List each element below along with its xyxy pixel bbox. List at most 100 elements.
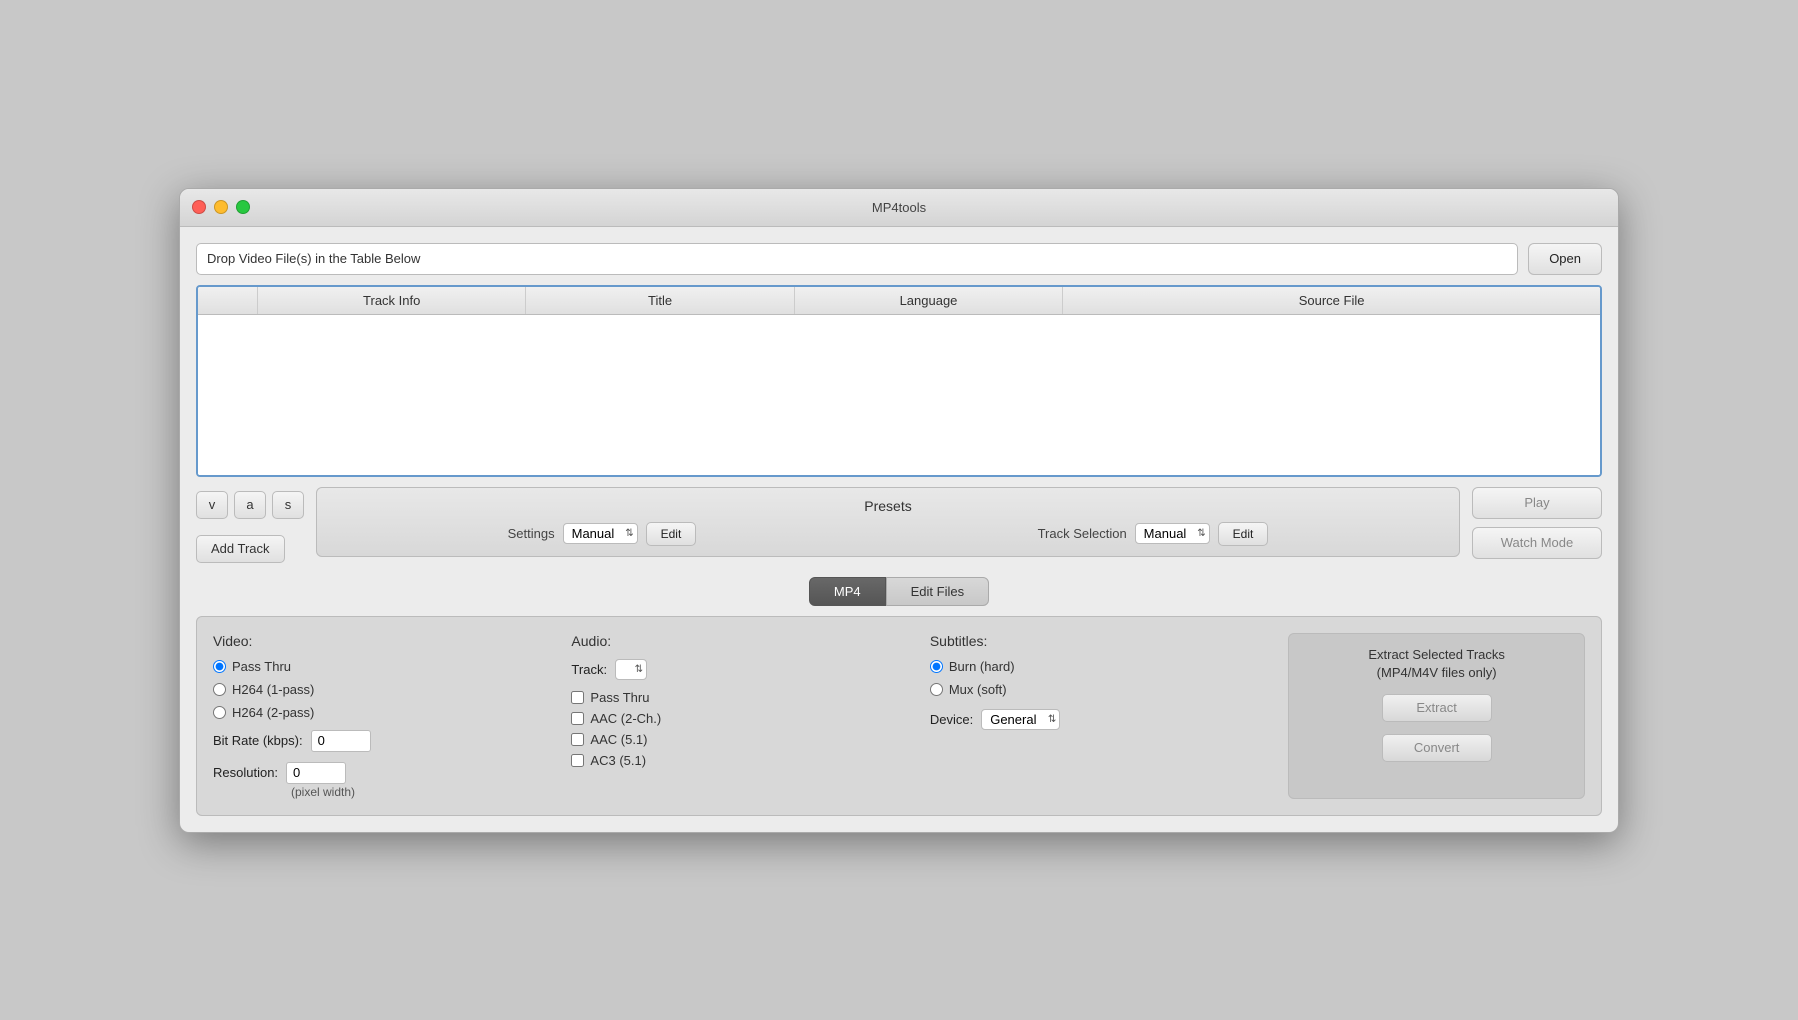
audio-aac-2ch-label: AAC (2-Ch.) [590, 711, 661, 726]
resolution-input[interactable] [286, 762, 346, 784]
track-selection-section: Track Selection Manual Edit [1038, 522, 1269, 546]
device-select-wrapper[interactable]: General [981, 709, 1060, 730]
audio-aac-51-label: AAC (5.1) [590, 732, 647, 747]
audio-pass-thru-option[interactable]: Pass Thru [571, 690, 909, 705]
track-selection-edit-button[interactable]: Edit [1218, 522, 1269, 546]
audio-pass-thru-checkbox[interactable] [571, 691, 584, 704]
left-controls: v a s Add Track [196, 487, 304, 563]
open-button[interactable]: Open [1528, 243, 1602, 275]
track-selection-select[interactable]: Manual [1135, 523, 1210, 544]
table-body [198, 315, 1600, 475]
minimize-button[interactable] [214, 200, 228, 214]
video-track-button[interactable]: v [196, 491, 228, 519]
table-header: Track Info Title Language Source File [198, 287, 1600, 315]
video-h264-2pass-label: H264 (2-pass) [232, 705, 314, 720]
maximize-button[interactable] [236, 200, 250, 214]
audio-track-button[interactable]: a [234, 491, 266, 519]
presets-title: Presets [337, 498, 1439, 514]
settings-label: Settings [508, 526, 555, 541]
resolution-label: Resolution: [213, 765, 278, 780]
extract-section: Extract Selected Tracks (MP4/M4V files o… [1288, 633, 1585, 799]
window-controls [192, 200, 250, 214]
drop-placeholder-text: Drop Video File(s) in the Table Below [207, 251, 420, 266]
subtitles-section-title: Subtitles: [930, 633, 1268, 649]
close-button[interactable] [192, 200, 206, 214]
window-title: MP4tools [872, 200, 926, 215]
video-section-title: Video: [213, 633, 551, 649]
pixel-note: (pixel width) [291, 785, 355, 799]
video-pass-thru-radio[interactable] [213, 660, 226, 673]
audio-track-select-wrapper[interactable] [615, 659, 647, 680]
audio-aac-51-checkbox[interactable] [571, 733, 584, 746]
pixel-note-row: (pixel width) [283, 784, 551, 799]
audio-pass-thru-label: Pass Thru [590, 690, 649, 705]
table-col-language: Language [795, 287, 1063, 314]
subtitles-burn-radio[interactable] [930, 660, 943, 673]
presets-inner: Settings Manual Edit Track Selection M [337, 522, 1439, 546]
audio-track-select[interactable] [615, 659, 647, 680]
audio-ac3-51-checkbox[interactable] [571, 754, 584, 767]
audio-ac3-51-option[interactable]: AC3 (5.1) [571, 753, 909, 768]
tab-mp4[interactable]: MP4 [809, 577, 886, 606]
table-col-title: Title [526, 287, 794, 314]
bit-rate-input[interactable] [311, 730, 371, 752]
subtitles-burn-option[interactable]: Burn (hard) [930, 659, 1268, 674]
subtitles-burn-label: Burn (hard) [949, 659, 1015, 674]
subtitles-radio-group: Burn (hard) Mux (soft) [930, 659, 1268, 697]
video-radio-group: Pass Thru H264 (1-pass) H264 (2-pass) [213, 659, 551, 720]
resolution-row: Resolution: [213, 762, 551, 784]
play-button[interactable]: Play [1472, 487, 1602, 519]
table-col-check [198, 287, 258, 314]
audio-section-title: Audio: [571, 633, 909, 649]
video-pass-thru-label: Pass Thru [232, 659, 291, 674]
subtitles-mux-label: Mux (soft) [949, 682, 1007, 697]
device-label: Device: [930, 712, 973, 727]
tab-edit-files[interactable]: Edit Files [886, 577, 989, 606]
extract-section-title: Extract Selected Tracks (MP4/M4V files o… [1368, 646, 1505, 682]
extract-button[interactable]: Extract [1382, 694, 1492, 722]
track-selection-select-wrapper[interactable]: Manual [1135, 523, 1210, 544]
video-h264-1pass-radio[interactable] [213, 683, 226, 696]
audio-track-label: Track: [571, 662, 607, 677]
device-select[interactable]: General [981, 709, 1060, 730]
convert-button[interactable]: Convert [1382, 734, 1492, 762]
subtitle-track-button[interactable]: s [272, 491, 304, 519]
video-h264-2pass-radio[interactable] [213, 706, 226, 719]
video-h264-1pass-label: H264 (1-pass) [232, 682, 314, 697]
subtitles-mux-radio[interactable] [930, 683, 943, 696]
device-row: Device: General [930, 709, 1268, 730]
titlebar: MP4tools [180, 189, 1618, 227]
content-area: Drop Video File(s) in the Table Below Op… [180, 227, 1618, 832]
controls-row: v a s Add Track Presets Settings Manu [196, 487, 1602, 563]
side-buttons: Play Watch Mode [1472, 487, 1602, 559]
subtitles-mux-option[interactable]: Mux (soft) [930, 682, 1268, 697]
settings-edit-button[interactable]: Edit [646, 522, 697, 546]
drop-row: Drop Video File(s) in the Table Below Op… [196, 243, 1602, 275]
subtitles-section: Subtitles: Burn (hard) Mux (soft) Device… [930, 633, 1268, 799]
settings-select-wrapper[interactable]: Manual [563, 523, 638, 544]
audio-aac-2ch-option[interactable]: AAC (2-Ch.) [571, 711, 909, 726]
add-track-button[interactable]: Add Track [196, 535, 285, 563]
track-type-buttons: v a s [196, 491, 304, 519]
video-h264-1pass-option[interactable]: H264 (1-pass) [213, 682, 551, 697]
audio-section: Audio: Track: Pass Thru AAC (2-Ch.) [571, 633, 909, 799]
audio-aac-2ch-checkbox[interactable] [571, 712, 584, 725]
audio-ac3-51-label: AC3 (5.1) [590, 753, 646, 768]
audio-track-row: Track: [571, 659, 909, 680]
video-pass-thru-option[interactable]: Pass Thru [213, 659, 551, 674]
presets-panel: Presets Settings Manual Edit Track Selec… [316, 487, 1460, 557]
track-table: Track Info Title Language Source File [196, 285, 1602, 477]
watch-mode-button[interactable]: Watch Mode [1472, 527, 1602, 559]
bottom-panel: Video: Pass Thru H264 (1-pass) H264 (2-p… [196, 616, 1602, 816]
video-h264-2pass-option[interactable]: H264 (2-pass) [213, 705, 551, 720]
settings-select[interactable]: Manual [563, 523, 638, 544]
table-col-source: Source File [1063, 287, 1600, 314]
main-window: MP4tools Drop Video File(s) in the Table… [179, 188, 1619, 833]
track-selection-label: Track Selection [1038, 526, 1127, 541]
bit-rate-label: Bit Rate (kbps): [213, 733, 303, 748]
tabs-row: MP4 Edit Files [196, 577, 1602, 606]
audio-aac-51-option[interactable]: AAC (5.1) [571, 732, 909, 747]
extract-title-line2: (MP4/M4V files only) [1377, 665, 1497, 680]
bit-rate-row: Bit Rate (kbps): [213, 730, 551, 752]
video-section: Video: Pass Thru H264 (1-pass) H264 (2-p… [213, 633, 551, 799]
